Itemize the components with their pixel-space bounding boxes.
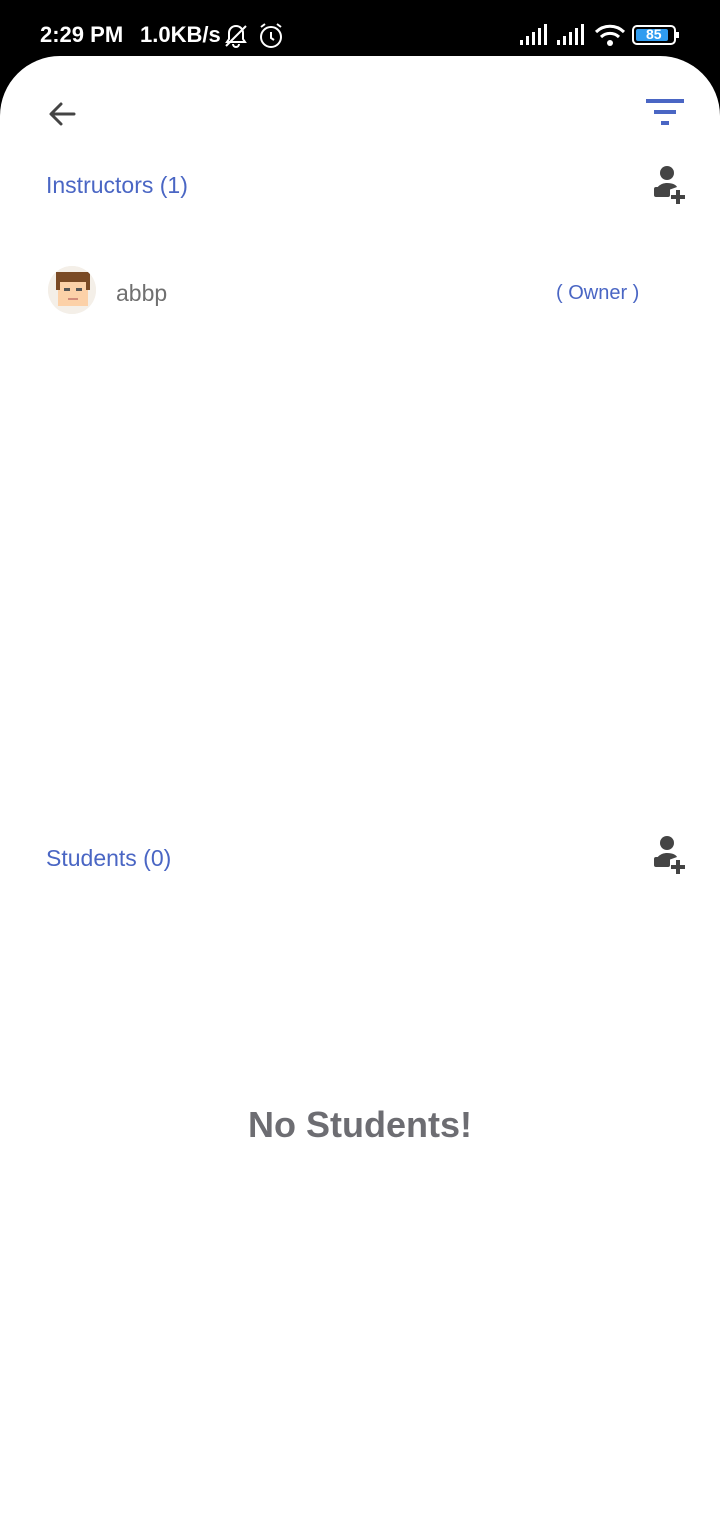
add-person-icon <box>654 836 685 874</box>
students-title: Students (0) <box>46 845 172 871</box>
instructors-title: Instructors (1) <box>46 172 188 198</box>
instructor-list-item[interactable]: abbp ( Owner ) <box>40 262 660 324</box>
instructor-name: abbp <box>116 280 168 306</box>
status-time: 2:29 PM <box>40 22 124 47</box>
add-student-button[interactable] <box>646 834 692 880</box>
mute-notifications-icon <box>222 22 250 55</box>
alarm-icon <box>258 22 284 55</box>
filter-button[interactable] <box>640 92 690 132</box>
students-empty-message: No Students! <box>248 1104 472 1145</box>
back-button[interactable] <box>40 92 84 136</box>
filter-icon <box>646 99 684 125</box>
members-sheet: Instructors (1) abbp ( Owner ) Students … <box>0 56 720 1520</box>
signal-icon <box>520 24 547 45</box>
signal-icon-2 <box>557 24 584 45</box>
arrow-left-icon <box>49 102 76 126</box>
add-instructor-button[interactable] <box>646 164 692 210</box>
avatar <box>48 266 96 314</box>
battery-level: 85 <box>646 26 662 42</box>
instructor-role-badge: ( Owner ) <box>556 282 640 304</box>
wifi-icon <box>594 24 626 46</box>
status-network-speed: 1.0KB/s <box>140 22 221 47</box>
add-person-icon <box>654 166 685 204</box>
